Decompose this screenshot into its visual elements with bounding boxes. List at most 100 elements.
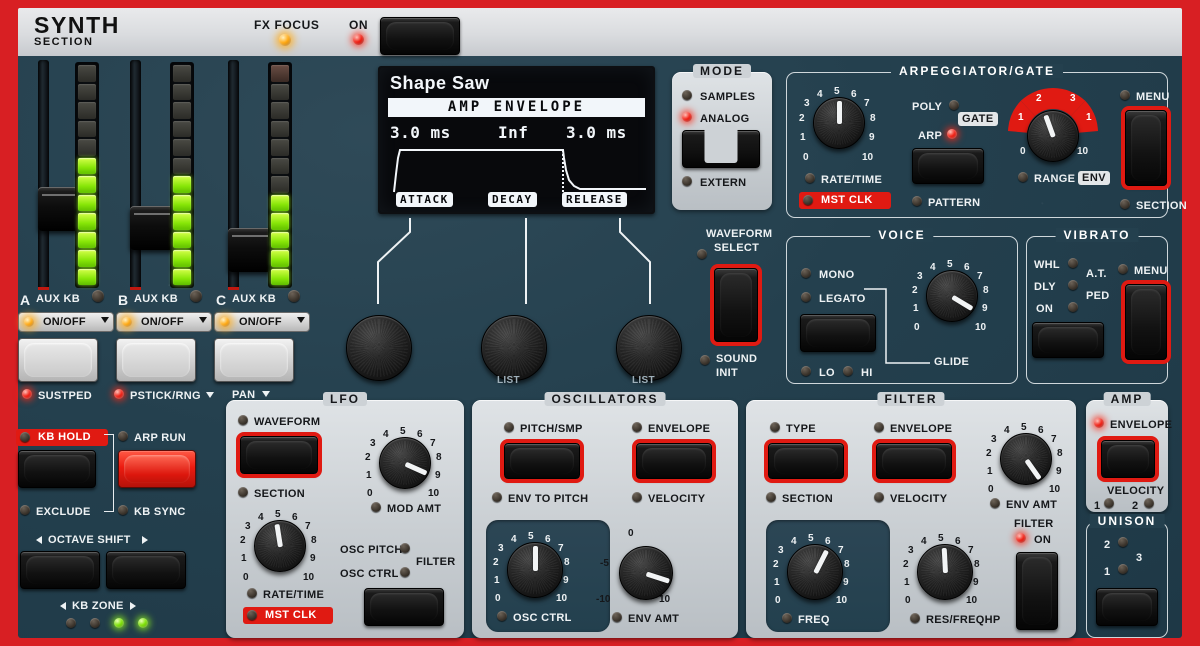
aux-kb-c-onoff[interactable]: ON/OFF (214, 312, 310, 332)
arp-range-tick-0: 0 (1020, 146, 1026, 157)
sustped-led (22, 389, 32, 399)
aux-kb-a-onoff[interactable]: ON/OFF (18, 312, 114, 332)
arp-run-button[interactable] (118, 450, 196, 488)
arp-range-knob[interactable] (1027, 110, 1079, 162)
lfo-destination-button[interactable] (364, 588, 444, 626)
aux-kb-b-led (190, 290, 202, 302)
voice-lo-label: LO (819, 367, 835, 379)
aux-kb-c-onoff-label: ON/OFF (239, 316, 282, 328)
freq-tick-8: 8 (844, 559, 850, 570)
amp-vel-2-label: 2 (1132, 500, 1138, 512)
waveform-select-button[interactable] (714, 268, 758, 342)
mode-button[interactable] (682, 130, 760, 168)
glide-knob[interactable] (926, 270, 978, 322)
lfo-osc-ctrl-led (400, 567, 410, 577)
mode-section: MODE SAMPLES ANALOG EXTERN (672, 72, 772, 210)
osc-env-to-pitch-led (492, 492, 502, 502)
lforate-tick-2: 2 (240, 535, 246, 546)
decay-encoder[interactable] (481, 315, 547, 381)
aux-kb-c-letter: C (216, 292, 226, 308)
arpeggiator-title: ARPEGGIATOR/GATE (891, 64, 1063, 78)
filter-freq-knob[interactable] (787, 544, 843, 600)
aux-kb-b-button[interactable] (116, 338, 196, 382)
vibrato-whl-led (1068, 258, 1078, 268)
res-tick-1: 1 (904, 577, 910, 588)
voice-hi-led (843, 366, 853, 376)
arp-mst-clk-label: MST CLK (821, 194, 873, 206)
lfo-osc-ctrl-label: OSC CTRL (340, 568, 399, 580)
aux-kb-b-onoff[interactable]: ON/OFF (116, 312, 212, 332)
osc-pitch-button[interactable] (504, 443, 580, 479)
kb-zone-label: KB ZONE (72, 600, 124, 612)
octave-shift-up-button[interactable] (106, 551, 186, 589)
lcd-display[interactable]: Shape Saw AMP ENVELOPE 3.0 ms Inf 3.0 ms… (378, 66, 655, 214)
fx-on-button[interactable] (380, 17, 460, 55)
filter-env-amt-knob[interactable] (1000, 433, 1052, 485)
filter-on-button[interactable] (1016, 552, 1058, 630)
mode-extern-label: EXTERN (700, 177, 746, 189)
vibrato-menu-button[interactable] (1125, 284, 1167, 360)
vibrato-button[interactable] (1032, 322, 1104, 358)
mode-analog-led (682, 112, 692, 122)
lfo-waveform-button[interactable] (240, 436, 318, 474)
aux-kb-a-button[interactable] (18, 338, 98, 382)
octave-shift-down-button[interactable] (20, 551, 100, 589)
oscctrl-tick-7: 7 (558, 543, 564, 554)
arp-run-label: ARP RUN (134, 432, 186, 444)
arp-section-led (1120, 199, 1130, 209)
osc-envelope-button[interactable] (636, 443, 712, 479)
kb-hold-bracket (104, 434, 114, 512)
arp-rate-tick-3: 3 (804, 98, 810, 109)
arp-menu-button[interactable] (1125, 110, 1167, 186)
kb-hold-button[interactable] (18, 450, 96, 488)
vibrato-ped-label: PED (1086, 290, 1110, 302)
attack-encoder[interactable] (346, 315, 412, 381)
kb-zone-led-4 (138, 618, 148, 628)
aux-kb-b-label: AUX KB (134, 293, 178, 305)
filter-env-amt-led (990, 498, 1000, 508)
aux-kb-c-button[interactable] (214, 338, 294, 382)
oscenv-tick-0: 0 (628, 528, 634, 539)
fader-slot-a[interactable] (38, 60, 49, 290)
aux-kb-a-led (92, 290, 104, 302)
aux-kb-a-letter: A (20, 292, 30, 308)
voice-legato-led (801, 292, 811, 302)
osc-envelope-label: ENVELOPE (648, 423, 710, 435)
filter-envelope-button[interactable] (876, 443, 952, 479)
vibrato-dly-led (1068, 280, 1078, 290)
filter-type-button[interactable] (768, 443, 844, 479)
lfo-mst-clk-tag[interactable]: MST CLK (243, 607, 333, 624)
fader-slot-b[interactable] (130, 60, 141, 290)
filter-freq-label: FREQ (798, 614, 830, 626)
glide-tick-10: 10 (975, 322, 986, 333)
arrow-right-icon (142, 536, 148, 544)
lfo-filter-label: FILTER (416, 556, 455, 568)
filter-res-knob[interactable] (917, 544, 973, 600)
aux-kb-a-onoff-label: ON/OFF (43, 316, 86, 328)
voice-lo-led (801, 366, 811, 376)
waveform-select-label-2: SELECT (714, 242, 759, 254)
arp-mst-clk-tag[interactable]: MST CLK (799, 192, 891, 209)
lforate-tick-0: 0 (243, 572, 249, 583)
lfo-mod-amt-knob[interactable] (379, 437, 431, 489)
aux-kb-c-label: AUX KB (232, 293, 276, 305)
unison-button[interactable] (1096, 588, 1158, 626)
arp-rate-tick-8: 8 (870, 113, 876, 124)
aux-kb-a-label: AUX KB (36, 293, 80, 305)
lfo-section-led (238, 487, 248, 497)
osc-ctrl-knob[interactable] (507, 542, 563, 598)
sound-init-label-1: SOUND (716, 353, 757, 365)
release-encoder[interactable] (616, 315, 682, 381)
oscctrl-tick-3: 3 (498, 543, 504, 554)
arp-rate-knob[interactable] (813, 97, 865, 149)
arp-rate-tick-0: 0 (803, 152, 809, 163)
lforate-tick-8: 8 (311, 535, 317, 546)
osc-env-amt-knob[interactable] (619, 546, 673, 600)
lfo-rate-knob[interactable] (254, 520, 306, 572)
arp-rate-tick-9: 9 (869, 132, 875, 143)
amp-envelope-button[interactable] (1101, 440, 1155, 478)
fx-focus-led (279, 34, 291, 46)
modamt-tick-10: 10 (428, 488, 439, 499)
arp-pattern-button[interactable] (912, 148, 984, 184)
chevron-down-icon (206, 392, 214, 398)
